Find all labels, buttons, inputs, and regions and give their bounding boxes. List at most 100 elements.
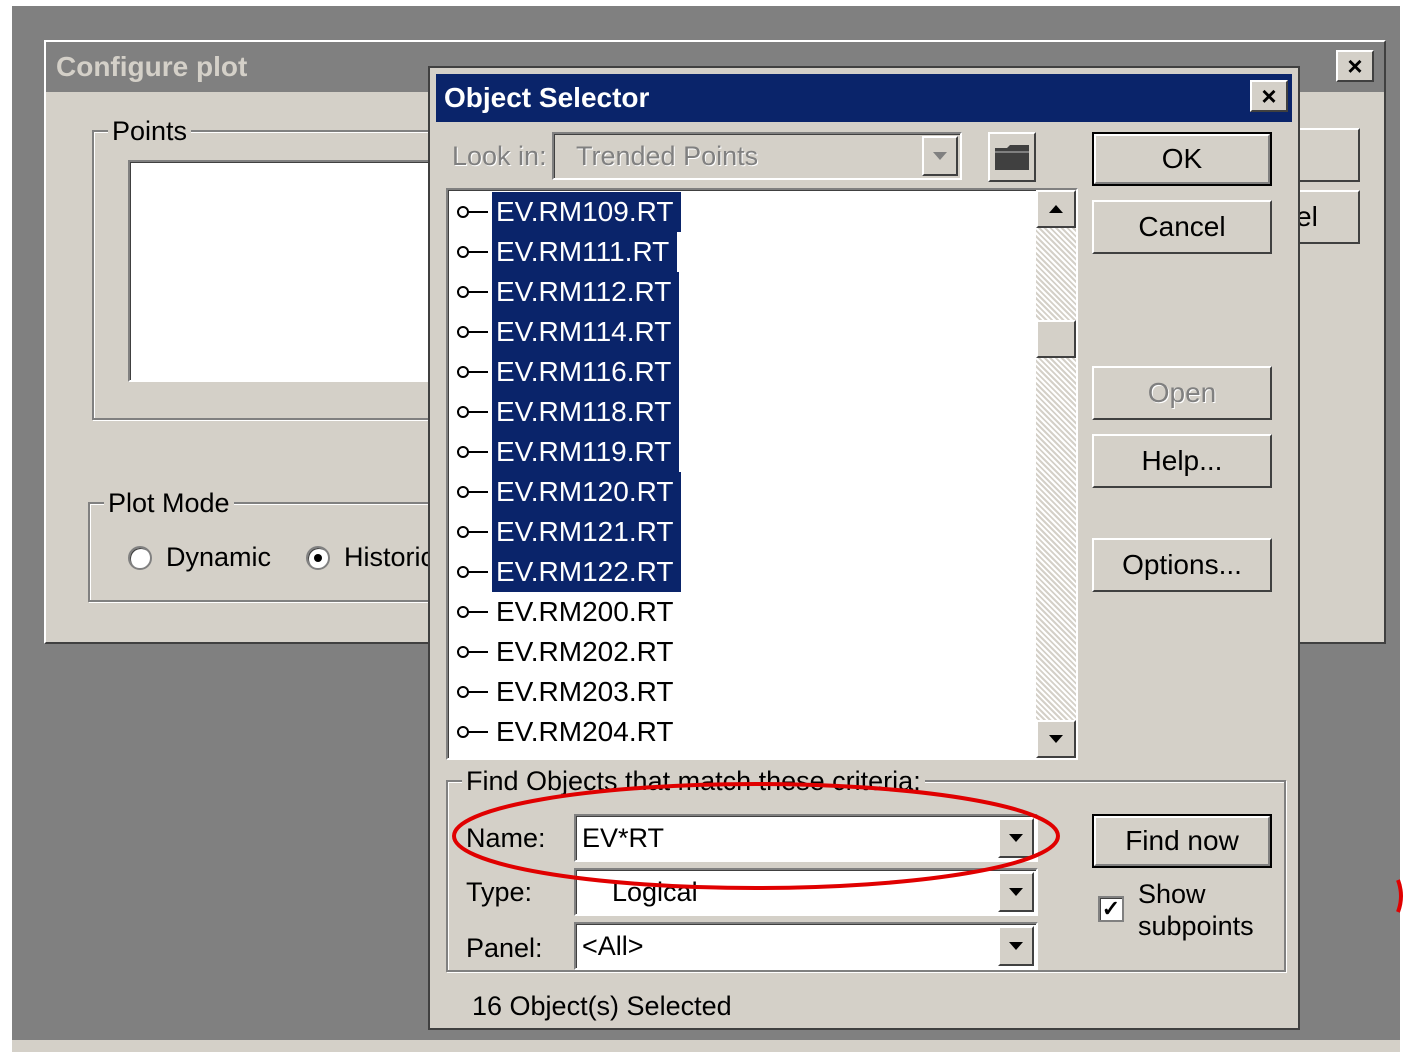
point-pin-icon: [456, 712, 492, 752]
point-pin-icon: [456, 592, 492, 632]
help-button-label: Help...: [1141, 445, 1223, 476]
ok-button-label: OK: [1161, 143, 1203, 174]
find-criteria-label: Find Objects that match these criteria:: [462, 766, 925, 796]
panel-combo[interactable]: <All>: [574, 922, 1038, 970]
list-item[interactable]: EV.RM118.RT: [456, 392, 680, 432]
chevron-down-icon: [1009, 888, 1023, 896]
point-pin-icon: [456, 272, 492, 312]
chevron-down-icon: [1009, 942, 1023, 950]
open-button[interactable]: Open: [1092, 366, 1272, 420]
check-icon: ✓: [1101, 896, 1121, 921]
dynamic-label: Dynamic: [166, 542, 272, 572]
list-item-label: EV.RM109.RT: [492, 192, 682, 232]
name-dropdown-button[interactable]: [998, 818, 1034, 858]
radio-selected-dot: [314, 553, 322, 562]
panel-value: <All>: [582, 930, 644, 961]
dynamic-radio-option[interactable]: Dynamic: [128, 542, 271, 573]
configure-plot-close-button[interactable]: ×: [1336, 50, 1374, 82]
object-selector-dialog: Object Selector × Look in: Trended Point…: [430, 68, 1298, 1028]
point-pin-icon: [456, 632, 492, 672]
point-pin-icon: [456, 192, 492, 232]
list-item-label: EV.RM114.RT: [492, 312, 680, 352]
help-button[interactable]: Help...: [1092, 434, 1272, 488]
list-item[interactable]: EV.RM111.RT: [456, 232, 678, 272]
historic-radio[interactable]: [306, 545, 330, 570]
type-label: Type:: [466, 877, 533, 907]
panel-label: Panel:: [466, 933, 543, 963]
list-item-label: EV.RM202.RT: [496, 636, 674, 667]
dynamic-radio[interactable]: [128, 545, 152, 570]
cancel-button[interactable]: Cancel: [1092, 200, 1272, 254]
list-item[interactable]: EV.RM112.RT: [456, 272, 680, 312]
list-item-label: EV.RM119.RT: [492, 432, 680, 472]
list-item[interactable]: EV.RM114.RT: [456, 312, 680, 352]
scroll-thumb[interactable]: [1036, 320, 1076, 358]
folder-icon: [995, 145, 1029, 170]
type-dropdown-button[interactable]: [998, 872, 1034, 912]
chevron-down-icon: [933, 152, 947, 160]
list-scrollbar[interactable]: [1036, 190, 1076, 758]
chevron-up-icon: [1049, 205, 1063, 213]
list-item[interactable]: EV.RM119.RT: [456, 432, 680, 472]
point-pin-icon: [456, 432, 492, 472]
find-now-button[interactable]: Find now: [1092, 814, 1272, 868]
list-item[interactable]: EV.RM116.RT: [456, 352, 680, 392]
name-label: Name:: [466, 823, 546, 853]
point-pin-icon: [456, 512, 492, 552]
scroll-up-button[interactable]: [1036, 190, 1076, 228]
look-in-dropdown-button[interactable]: [922, 136, 958, 176]
close-icon: ×: [1347, 51, 1363, 81]
chevron-down-icon: [1049, 735, 1063, 743]
ok-button[interactable]: OK: [1092, 132, 1272, 186]
list-item[interactable]: EV.RM120.RT: [456, 472, 682, 512]
point-pin-icon: [456, 352, 492, 392]
point-pin-icon: [456, 472, 492, 512]
name-input[interactable]: EV*RT: [582, 823, 664, 854]
object-selector-close-button[interactable]: ×: [1250, 80, 1288, 112]
list-item-label: EV.RM118.RT: [492, 392, 680, 432]
type-value: Logical: [612, 876, 698, 907]
browse-folder-button[interactable]: [988, 132, 1036, 182]
list-item[interactable]: EV.RM122.RT: [456, 552, 682, 592]
list-item[interactable]: EV.RM204.RT: [456, 712, 681, 752]
list-item-label: EV.RM122.RT: [492, 552, 682, 592]
object-selector-titlebar: Object Selector: [436, 74, 1292, 122]
scroll-down-button[interactable]: [1036, 720, 1076, 758]
list-item-label: EV.RM120.RT: [492, 472, 682, 512]
chevron-down-icon: [1009, 834, 1023, 842]
panel-dropdown-button[interactable]: [998, 926, 1034, 966]
type-combo[interactable]: Logical: [574, 868, 1038, 916]
list-item-label: EV.RM121.RT: [492, 512, 682, 552]
list-item-label: EV.RM203.RT: [496, 676, 674, 707]
list-item[interactable]: EV.RM202.RT: [456, 632, 681, 672]
object-list[interactable]: EV.RM109.RT EV.RM111.RT EV.RM112.RT EV.RM11…: [446, 188, 1078, 760]
find-now-button-label: Find now: [1125, 825, 1239, 856]
historic-radio-option[interactable]: Historic: [306, 542, 434, 573]
list-item[interactable]: EV.RM203.RT: [456, 672, 681, 712]
list-item-label: EV.RM200.RT: [496, 596, 674, 627]
look-in-combo[interactable]: Trended Points: [552, 132, 962, 180]
options-button-label: Options...: [1122, 549, 1242, 580]
point-pin-icon: [456, 392, 492, 432]
list-item-label: EV.RM112.RT: [492, 272, 680, 312]
list-item-label: EV.RM116.RT: [492, 352, 680, 392]
list-item-label: EV.RM111.RT: [492, 232, 678, 272]
configure-plot-cancel-label: el: [1296, 201, 1318, 232]
show-subpoints-label-line2: subpoints: [1138, 911, 1254, 941]
options-button[interactable]: Options...: [1092, 538, 1272, 592]
point-pin-icon: [456, 312, 492, 352]
show-subpoints-option[interactable]: ✓: [1098, 896, 1124, 922]
list-item[interactable]: EV.RM200.RT: [456, 592, 681, 632]
point-pin-icon: [456, 672, 492, 712]
list-item[interactable]: EV.RM121.RT: [456, 512, 682, 552]
point-pin-icon: [456, 232, 492, 272]
plot-mode-group-label: Plot Mode: [104, 488, 234, 518]
historic-label: Historic: [344, 542, 435, 572]
look-in-value: Trended Points: [576, 140, 759, 171]
list-item[interactable]: EV.RM109.RT: [456, 192, 682, 232]
list-item-label: EV.RM204.RT: [496, 716, 674, 747]
show-subpoints-checkbox[interactable]: ✓: [1098, 896, 1124, 922]
points-list[interactable]: [128, 160, 468, 382]
name-combo[interactable]: EV*RT: [574, 814, 1038, 862]
show-subpoints-label-line1: Show: [1138, 879, 1206, 909]
